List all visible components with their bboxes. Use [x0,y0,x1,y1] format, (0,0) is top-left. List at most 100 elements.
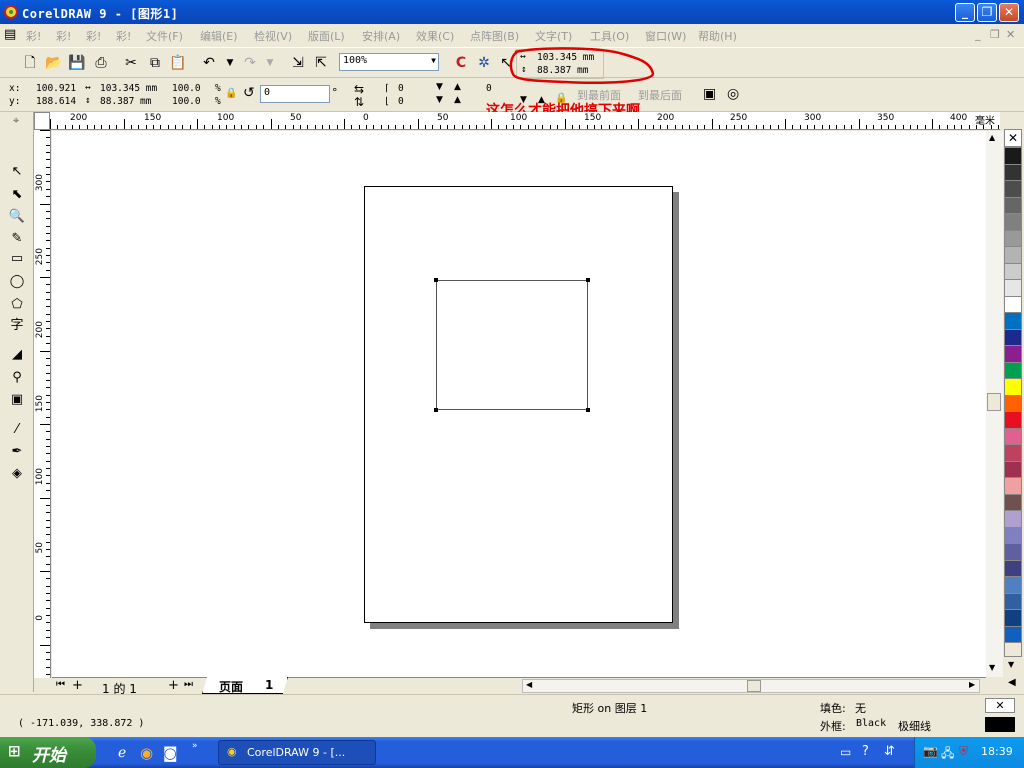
palette-swatch[interactable] [1005,445,1021,462]
freehand-tool-icon[interactable]: ✎ [6,229,28,249]
menu-stub-3[interactable]: 彩! [86,28,101,44]
document-icon[interactable]: ▤ [4,27,16,42]
interactive-fill-icon[interactable]: ◢ [6,345,28,365]
start-button[interactable]: ⊞ 开始 [0,737,96,768]
palette-swatch[interactable] [1005,214,1021,231]
corel-online-icon[interactable]: ✲ [474,53,494,73]
close-button[interactable]: ✕ [999,3,1019,22]
fill-tool-icon[interactable]: ◈ [6,464,28,484]
ellipse-tool-icon[interactable]: ◯ [6,272,28,292]
menu-edit[interactable]: 编辑(E) [200,28,238,44]
corner1-up-icon[interactable]: ▲ [454,82,461,92]
selection-handle[interactable] [434,408,438,412]
add-page-before-icon[interactable]: + [72,678,83,693]
undo-icon[interactable]: ↶ [199,53,219,73]
redo-dropdown-icon[interactable]: ▼ [260,53,280,73]
add-page-after-icon[interactable]: + [168,678,179,693]
menu-help[interactable]: 帮助(H) [698,28,737,44]
x-position-field[interactable]: 100.921 [36,83,76,94]
media-player-icon[interactable]: ◉ [140,744,153,762]
camera-tray-icon[interactable]: 📷 [923,744,938,758]
palette-swatch[interactable] [1005,527,1021,544]
title-bar[interactable]: CorelDRAW 9 - [图形1] _ ❐ ✕ [0,0,1024,24]
scroll-right-icon[interactable]: ▶ [969,680,975,689]
shape-tool-icon[interactable]: ⬉ [6,185,28,205]
palette-swatch[interactable] [1005,247,1021,264]
palette-swatch[interactable] [1005,494,1021,511]
palette-swatch[interactable] [1005,362,1021,379]
interactive-blend-icon[interactable]: ▣ [6,390,28,410]
scale-width-field[interactable]: 100.0 [172,83,201,94]
vertical-scroll-thumb[interactable] [987,393,1001,411]
corner2-up-icon[interactable]: ▲ [454,95,461,105]
save-icon[interactable]: 💾 [67,53,87,73]
network-tray-icon[interactable]: 🖧 [941,744,954,765]
menu-tools[interactable]: 工具(O) [590,28,629,44]
palette-swatch[interactable] [1005,164,1021,181]
palette-swatch[interactable] [1005,544,1021,561]
security-tray-icon[interactable]: ⛨ [959,744,968,759]
eyedropper-tool-icon[interactable]: ⁄ [6,420,28,440]
horizontal-scrollbar[interactable]: ◀ ▶ [522,679,980,693]
palette-swatch[interactable] [1005,626,1021,643]
quicklaunch-more-icon[interactable]: » [192,741,198,751]
menu-layout[interactable]: 版面(L) [308,28,345,44]
clock[interactable]: 18:39 [981,745,1013,758]
import-icon[interactable]: ⇲ [288,53,308,73]
print-icon[interactable]: ⎙ [91,53,111,73]
palette-swatch[interactable] [1005,181,1021,198]
first-page-icon[interactable]: ⏮ [56,679,65,690]
selected-rectangle[interactable] [436,280,588,410]
menu-stub-2[interactable]: 彩! [56,28,71,44]
horizontal-scroll-thumb[interactable] [747,680,761,692]
palette-scroll-down-icon[interactable]: ▼ [1008,660,1014,669]
new-icon[interactable]: 🗋 [20,53,40,73]
to-back-button[interactable]: 到最后面 [638,87,682,103]
lock-ratio-icon[interactable]: 🔒 [225,88,237,99]
corner-roundness-1[interactable]: 0 [398,83,404,94]
paste-icon[interactable]: 📋 [168,53,188,73]
mirror-vertical-icon[interactable]: ⇅ [354,95,364,109]
page-tab[interactable]: 页面 1 [202,677,288,694]
taskbar-coreldraw[interactable]: ◉ CorelDRAW 9 - [... [218,740,376,765]
keyboard-icon[interactable]: ▭ [840,745,851,759]
menu-bitmaps[interactable]: 点阵图(B) [470,28,519,44]
menu-effects[interactable]: 效果(C) [416,28,454,44]
rotation-angle-field[interactable]: 0 [260,85,330,103]
scroll-left-icon[interactable]: ◀ [526,680,532,689]
y-position-field[interactable]: 188.614 [36,96,76,107]
palette-swatch[interactable] [1005,610,1021,627]
object-width-field[interactable]: 103.345 mm [100,83,157,94]
text-tool-icon[interactable]: 字 [6,316,28,336]
menu-stub-4[interactable]: 彩! [116,28,131,44]
selection-handle[interactable] [586,408,590,412]
scroll-up-icon[interactable]: ▲ [989,133,995,142]
object-height-field[interactable]: 88.387 mm [100,96,151,107]
menu-text[interactable]: 文字(T) [535,28,572,44]
mirror-horizontal-icon[interactable]: ⇆ [354,82,364,96]
palette-swatch[interactable] [1005,280,1021,297]
doc-restore-icon[interactable]: ❐ [990,28,1000,41]
palette-expand-icon[interactable]: ◀ [1008,677,1016,688]
no-color-swatch[interactable]: ✕ [1004,129,1022,147]
coreldraw-app-icon[interactable] [4,5,18,19]
doc-minimize-icon[interactable]: _ [975,28,981,41]
menu-arrange[interactable]: 安排(A) [362,28,400,44]
outline-pen-icon[interactable]: ◎ [727,86,739,102]
palette-swatch[interactable] [1005,230,1021,247]
selection-handle[interactable] [434,278,438,282]
menu-file[interactable]: 文件(F) [146,28,183,44]
rectangle-tool-icon[interactable]: ▭ [6,249,28,269]
minimize-button[interactable]: _ [955,3,975,22]
maximize-button[interactable]: ❐ [977,3,997,22]
corel-app-launcher-icon[interactable]: C [451,53,471,73]
copy-icon[interactable]: ⧉ [145,53,165,73]
pick-tool-icon[interactable]: ↖ [6,162,28,182]
corner-roundness-3[interactable]: 0 [486,83,492,94]
palette-swatch[interactable] [1005,560,1021,577]
corner1-down-icon[interactable]: ▼ [436,82,443,92]
zoom-level-select[interactable]: 100% ▼ [339,53,439,71]
export-icon[interactable]: ⇱ [311,53,331,73]
interactive-transparency-icon[interactable]: ⚲ [6,368,28,388]
corner-roundness-2[interactable]: 0 [398,96,404,107]
